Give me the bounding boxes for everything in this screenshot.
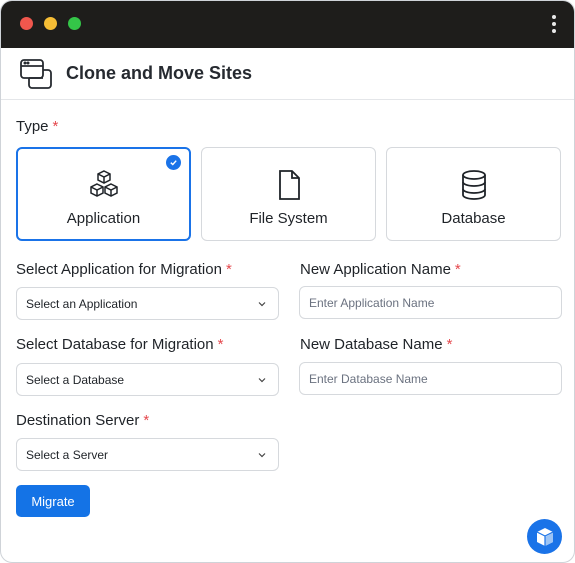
clone-windows-icon: [20, 58, 52, 89]
database-select[interactable]: Select a Database: [16, 363, 279, 396]
page-header: Clone and Move Sites: [1, 48, 574, 100]
type-option-label: Application: [66, 209, 141, 227]
db-name-label: New Database Name *: [300, 336, 453, 353]
more-options-icon[interactable]: [552, 15, 556, 35]
minimize-window-button[interactable]: [44, 17, 57, 30]
chevron-down-icon: [258, 302, 266, 307]
type-label: Type *: [16, 118, 59, 135]
database-name-input[interactable]: [299, 362, 562, 395]
box-icon: [536, 527, 553, 546]
page-title: Clone and Move Sites: [66, 63, 253, 83]
select-value: Select a Database: [26, 372, 125, 387]
app-window: Clone and Move Sites Type * Application F…: [0, 0, 575, 563]
app-name-label: New Application Name *: [300, 261, 461, 278]
server-select[interactable]: Select a Server: [16, 438, 279, 471]
title-bar: [1, 1, 574, 48]
close-window-button[interactable]: [20, 17, 33, 30]
type-option-file-system[interactable]: File System: [201, 147, 376, 241]
db-select-label: Select Database for Migration *: [16, 336, 224, 353]
type-option-label: Database: [441, 209, 506, 227]
help-widget-button[interactable]: [527, 519, 562, 554]
select-value: Select a Server: [26, 447, 109, 462]
server-select-label: Destination Server *: [16, 412, 150, 429]
type-option-label: File System: [249, 209, 328, 227]
type-option-database[interactable]: Database: [386, 147, 561, 241]
app-select-label: Select Application for Migration *: [16, 261, 232, 278]
application-select[interactable]: Select an Application: [16, 287, 279, 320]
file-icon: [278, 169, 300, 200]
select-value: Select an Application: [26, 296, 138, 311]
maximize-window-button[interactable]: [68, 17, 81, 30]
selected-check-icon: [166, 155, 181, 170]
cubes-icon: [89, 169, 118, 197]
application-name-input[interactable]: [299, 286, 562, 319]
chevron-down-icon: [258, 453, 266, 458]
migrate-button[interactable]: Migrate: [16, 485, 90, 517]
chevron-down-icon: [258, 378, 266, 383]
database-icon: [461, 169, 486, 200]
type-option-application[interactable]: Application: [16, 147, 191, 241]
